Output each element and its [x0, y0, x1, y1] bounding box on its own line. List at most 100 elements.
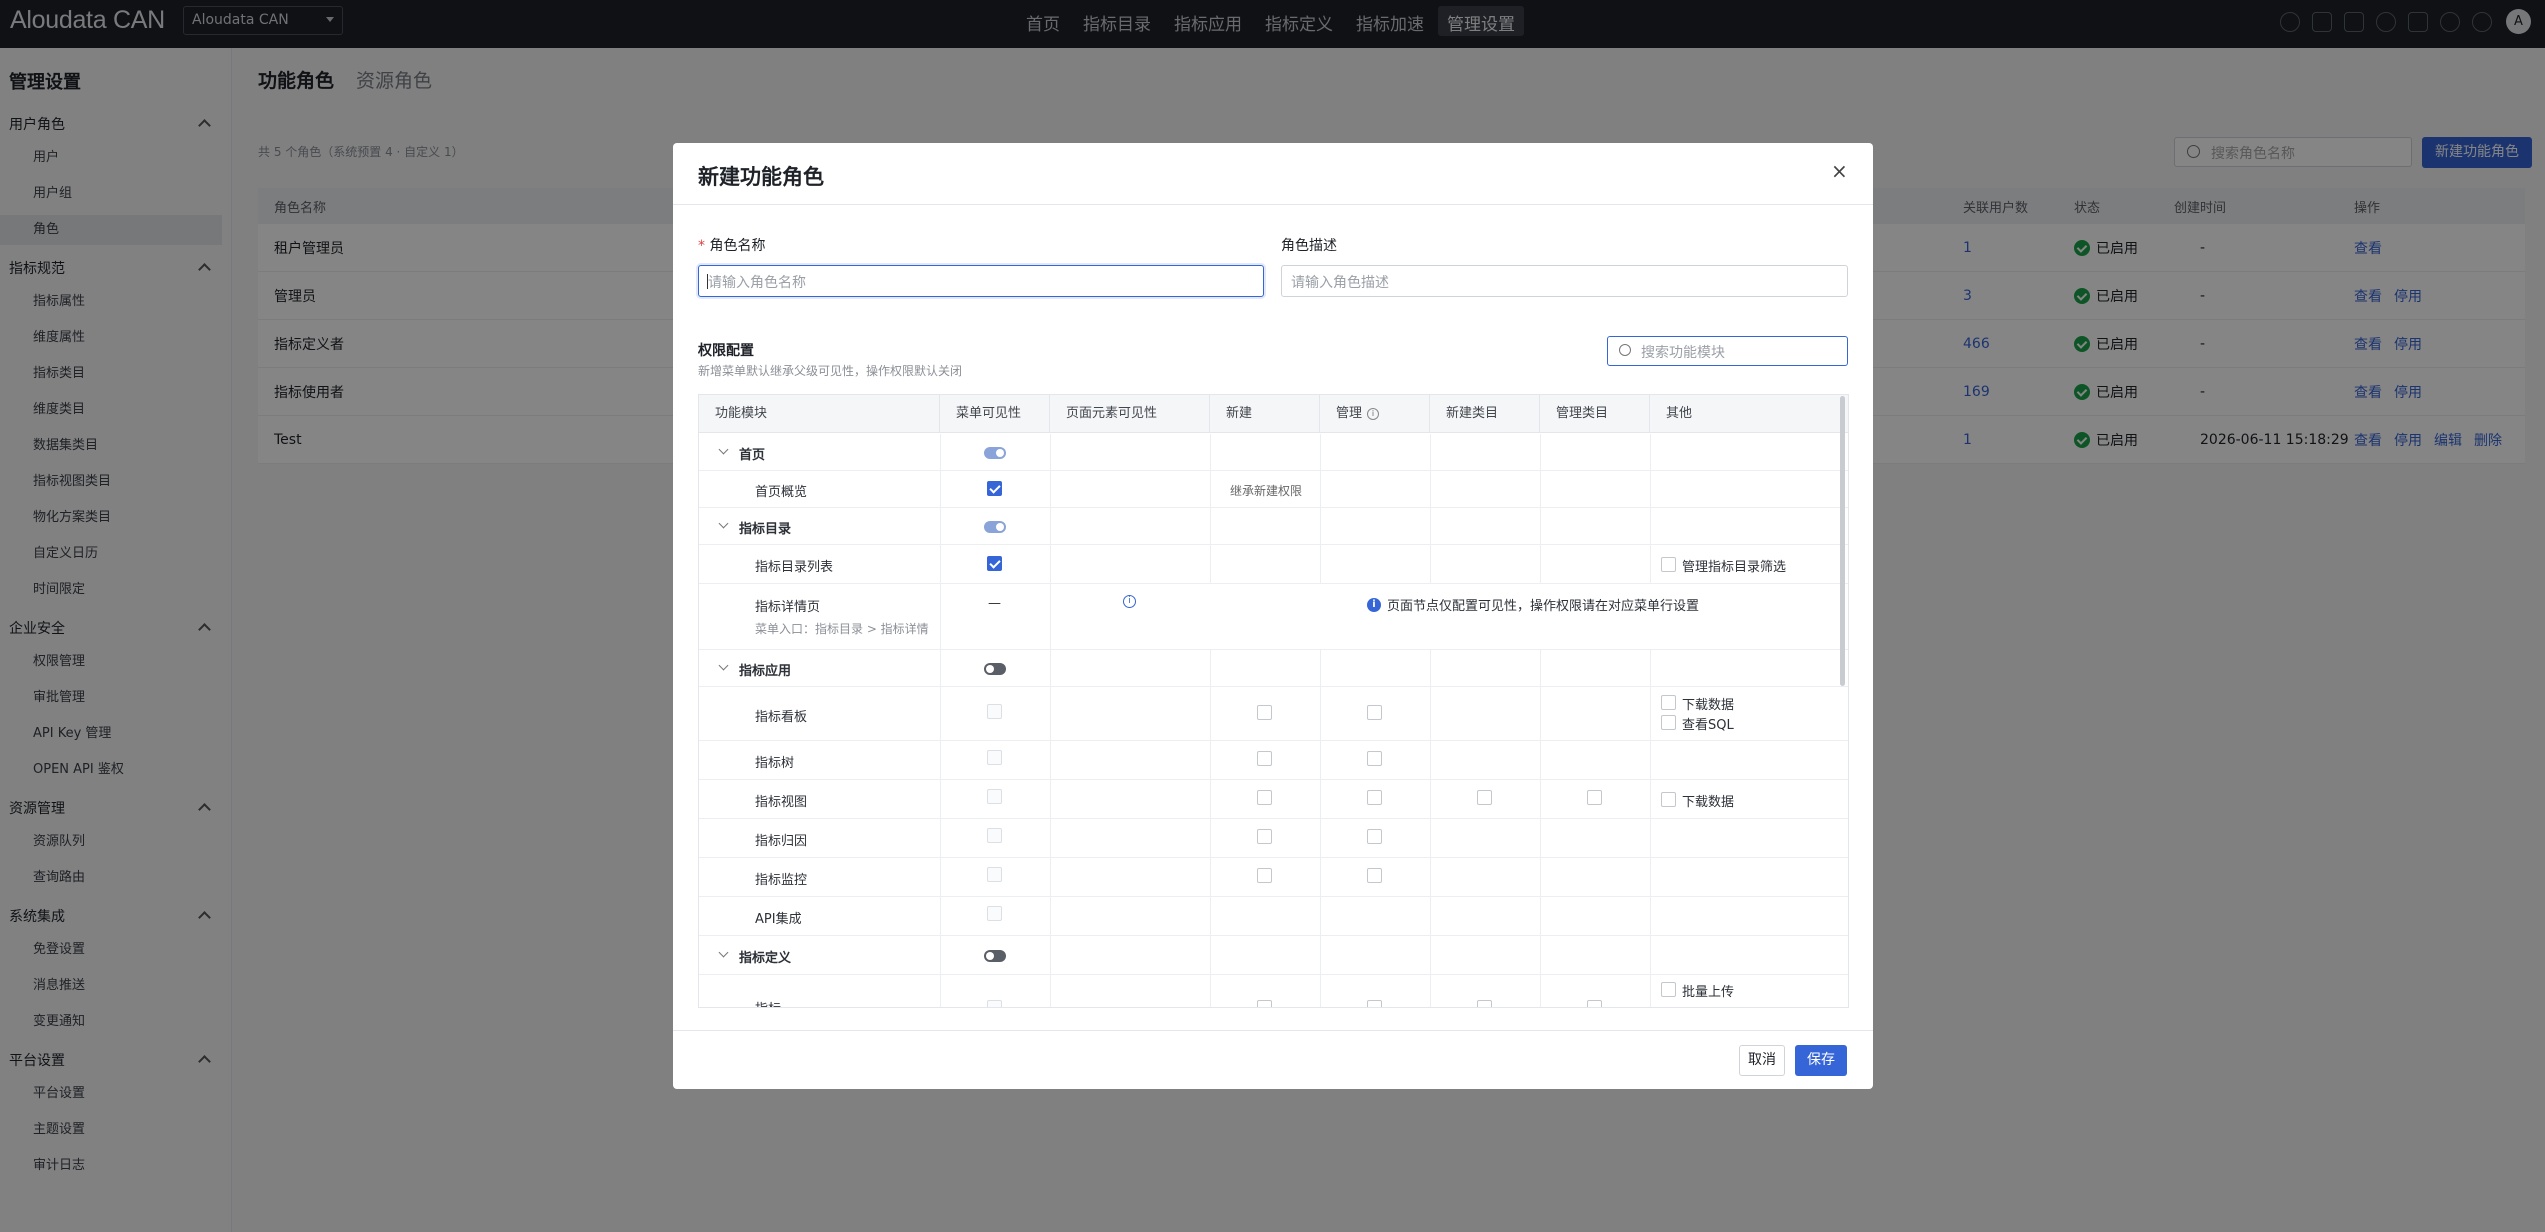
chevron-down-icon[interactable]	[718, 518, 729, 529]
menu-entry-path: 菜单入口：指标目录 > 指标详情	[755, 622, 929, 636]
create-checkbox[interactable]	[1257, 868, 1272, 883]
permission-row: 首页概览 继承新建权限	[699, 471, 1848, 508]
permission-row: 指标详情页 菜单入口：指标目录 > 指标详情 — i i 页面节点仅配置可见性，操…	[699, 584, 1848, 650]
create-category-checkbox[interactable]	[1477, 1000, 1492, 1007]
col-module: 功能模块	[699, 395, 940, 433]
chevron-down-icon[interactable]	[718, 660, 729, 671]
manage-checkbox[interactable]	[1367, 751, 1382, 766]
menu-visibility-checkbox[interactable]	[987, 556, 1002, 571]
menu-visibility-checkbox[interactable]	[987, 704, 1002, 719]
col-manage-text: 管理	[1336, 406, 1363, 421]
menu-visibility-checkbox[interactable]	[987, 789, 1002, 804]
permission-config-hint: 新增菜单默认继承父级可见性，操作权限默认关闭	[698, 364, 963, 378]
permission-row: 指标看板 下载数据 查看SQL	[699, 687, 1848, 741]
permission-row: 指标 批量上传	[699, 975, 1848, 1007]
menu-visibility-checkbox[interactable]	[987, 906, 1002, 921]
new-role-dialog: 新建功能角色 × * 角色名称 请输入角色名称 角色描述 请输入角色描述 权限配…	[673, 143, 1873, 1089]
menu-visibility-toggle[interactable]	[984, 950, 1006, 962]
role-name-label: * 角色名称	[698, 235, 765, 255]
info-icon[interactable]: i	[1367, 408, 1380, 420]
divider	[673, 1030, 1873, 1031]
permission-row: 指标目录列表 管理指标目录筛选	[699, 545, 1848, 584]
permission-note: i 页面节点仅配置可见性，操作权限请在对应菜单行设置	[1367, 595, 1699, 614]
permission-row: 指标定义	[699, 936, 1848, 975]
menu-visibility-checkbox[interactable]	[987, 750, 1002, 765]
download-data-label: 下载数据	[1682, 795, 1735, 810]
search-icon	[1619, 344, 1631, 356]
chevron-down-icon[interactable]	[718, 444, 729, 455]
other-permission-checkbox[interactable]	[1661, 982, 1676, 997]
role-name-label-text: 角色名称	[709, 238, 766, 254]
permission-row: 指标目录	[699, 508, 1848, 545]
module-search-input[interactable]: 搜索功能模块	[1607, 336, 1848, 366]
role-name-placeholder: 请输入角色名称	[708, 275, 806, 291]
module-metric-definition: 指标定义	[739, 951, 792, 966]
module-metric-tree: 指标树	[755, 756, 795, 771]
other-permission-checkbox[interactable]	[1661, 715, 1676, 730]
create-category-checkbox[interactable]	[1477, 790, 1492, 805]
manage-checkbox[interactable]	[1367, 868, 1382, 883]
permission-row: 指标归因	[699, 819, 1848, 858]
other-permission-checkbox[interactable]	[1661, 557, 1676, 572]
inherit-create-text: 继承新建权限	[1230, 484, 1303, 498]
menu-visibility-checkbox[interactable]	[987, 481, 1002, 496]
permission-row: 指标视图 下载数据	[699, 780, 1848, 819]
menu-visibility-dash: —	[988, 596, 1001, 611]
manage-checkbox[interactable]	[1367, 790, 1382, 805]
col-manage: 管理 i	[1320, 395, 1430, 433]
role-desc-label: 角色描述	[1281, 238, 1337, 254]
col-element-visibility: 页面元素可见性	[1050, 395, 1210, 433]
permission-row: API集成	[699, 897, 1848, 936]
role-desc-placeholder: 请输入角色描述	[1291, 275, 1389, 291]
permission-note-text: 页面节点仅配置可见性，操作权限请在对应菜单行设置	[1387, 599, 1700, 614]
module-metric: 指标	[755, 998, 781, 1007]
create-checkbox[interactable]	[1257, 829, 1272, 844]
col-create-category: 新建类目	[1430, 395, 1540, 433]
cancel-button[interactable]: 取消	[1739, 1045, 1785, 1076]
required-mark: *	[698, 238, 705, 254]
menu-visibility-toggle[interactable]	[984, 521, 1006, 533]
module-metric-catalog: 指标目录	[739, 522, 792, 537]
col-menu-visibility: 菜单可见性	[940, 395, 1050, 433]
permission-table: 功能模块 菜单可见性 页面元素可见性 新建 管理 i 新建类目 管理类目 其他 首…	[698, 394, 1849, 1008]
module-metric-view: 指标视图	[755, 795, 808, 810]
menu-visibility-checkbox[interactable]	[987, 867, 1002, 882]
chevron-down-icon[interactable]	[718, 947, 729, 958]
create-checkbox[interactable]	[1257, 705, 1272, 720]
table-scrollbar[interactable]	[1840, 396, 1845, 686]
manage-checkbox[interactable]	[1367, 705, 1382, 720]
info-icon[interactable]: i	[1123, 595, 1136, 608]
module-home: 首页	[739, 448, 766, 463]
module-metric-attribution: 指标归因	[755, 834, 808, 849]
create-checkbox[interactable]	[1257, 790, 1272, 805]
module-search-placeholder: 搜索功能模块	[1641, 345, 1725, 361]
menu-visibility-checkbox[interactable]	[987, 828, 1002, 843]
save-button[interactable]: 保存	[1795, 1045, 1847, 1076]
permission-row: 首页	[699, 434, 1848, 471]
other-permission-checkbox[interactable]	[1661, 792, 1676, 807]
menu-visibility-toggle[interactable]	[984, 447, 1006, 459]
view-sql-label: 查看SQL	[1682, 718, 1734, 733]
module-home-overview: 首页概览	[755, 485, 808, 500]
info-icon: i	[1367, 597, 1381, 612]
download-data-label: 下载数据	[1682, 698, 1735, 713]
col-create: 新建	[1210, 395, 1320, 433]
create-checkbox[interactable]	[1257, 751, 1272, 766]
divider	[673, 204, 1873, 205]
other-permission-checkbox[interactable]	[1661, 695, 1676, 710]
menu-visibility-toggle[interactable]	[984, 663, 1006, 675]
manage-checkbox[interactable]	[1367, 1000, 1382, 1007]
close-icon[interactable]: ×	[1831, 161, 1848, 181]
menu-visibility-checkbox[interactable]	[987, 1000, 1002, 1007]
role-desc-input[interactable]: 请输入角色描述	[1281, 265, 1848, 297]
manage-category-checkbox[interactable]	[1587, 790, 1602, 805]
module-metric-board: 指标看板	[755, 710, 808, 725]
col-manage-category: 管理类目	[1540, 395, 1650, 433]
permission-row: 指标树	[699, 741, 1848, 780]
manage-category-checkbox[interactable]	[1587, 1000, 1602, 1007]
create-checkbox[interactable]	[1257, 1000, 1272, 1007]
module-metric-detail: 指标详情页	[755, 600, 821, 615]
permission-config-title: 权限配置	[698, 343, 754, 359]
manage-checkbox[interactable]	[1367, 829, 1382, 844]
role-name-input[interactable]: 请输入角色名称	[698, 265, 1264, 297]
